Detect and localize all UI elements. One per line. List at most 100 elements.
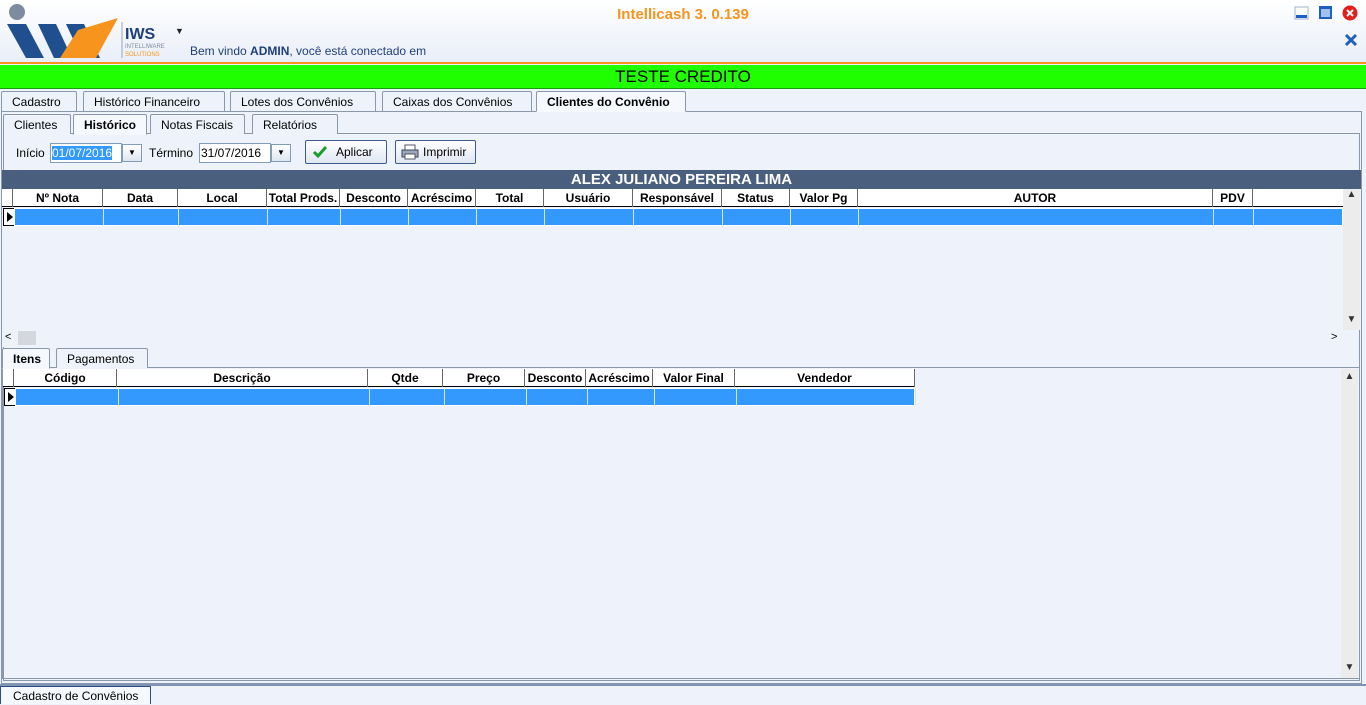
table-cell[interactable] bbox=[859, 209, 1214, 225]
col-header-local[interactable]: Local bbox=[178, 189, 267, 207]
tab-clientes[interactable]: Clientes bbox=[3, 114, 71, 134]
welcome-prefix: Bem vindo bbox=[190, 44, 251, 58]
header-divider bbox=[0, 62, 1366, 64]
table-cell[interactable] bbox=[119, 389, 370, 405]
table-cell[interactable] bbox=[588, 389, 655, 405]
welcome-user: ADMIN bbox=[250, 44, 290, 58]
table-cell[interactable] bbox=[477, 209, 545, 225]
table-cell[interactable] bbox=[527, 389, 588, 405]
tab-pagamentos[interactable]: Pagamentos bbox=[56, 348, 148, 368]
table-cell[interactable] bbox=[723, 209, 791, 225]
logo-subtext-2: SOLUTIONS bbox=[125, 52, 160, 58]
table-row[interactable] bbox=[14, 208, 1343, 226]
tab-caixas-convenios[interactable]: Caixas dos Convênios bbox=[382, 91, 532, 111]
table-cell[interactable] bbox=[15, 209, 104, 225]
col-header-autor[interactable]: AUTOR bbox=[858, 189, 1213, 207]
tab-notas-fiscais[interactable]: Notas Fiscais bbox=[150, 114, 245, 134]
col-header-codigo[interactable]: Código bbox=[14, 369, 117, 387]
table-cell[interactable] bbox=[370, 389, 445, 405]
col-header-qtde[interactable]: Qtde bbox=[368, 369, 443, 387]
col-header-usuario[interactable]: Usuário bbox=[544, 189, 633, 207]
table-cell[interactable] bbox=[445, 389, 527, 405]
bottom-divider bbox=[0, 684, 1366, 686]
logo-text: IWS bbox=[125, 26, 156, 43]
col-header-nota[interactable]: Nº Nota bbox=[13, 189, 103, 207]
col-header-pdv[interactable]: PDV bbox=[1213, 189, 1253, 207]
table-cell[interactable] bbox=[16, 389, 119, 405]
scroll-thumb[interactable] bbox=[18, 331, 36, 345]
table-cell[interactable] bbox=[655, 389, 737, 405]
detail-tab-panel bbox=[2, 367, 1360, 679]
app-title: Intellicash 3. 0.139 bbox=[617, 6, 749, 23]
chevron-down-icon: ▼ bbox=[128, 148, 136, 157]
scroll-left-icon[interactable]: < bbox=[5, 331, 11, 343]
table-cell[interactable] bbox=[268, 209, 341, 225]
col-header-acrescimo[interactable]: Acréscimo bbox=[408, 189, 476, 207]
col-header-desconto[interactable]: Desconto bbox=[340, 189, 408, 207]
minimize-icon[interactable] bbox=[1294, 5, 1310, 21]
client-name-bar: ALEX JULIANO PEREIRA LIMA bbox=[2, 170, 1361, 189]
welcome-suffix: , você está conectado em bbox=[289, 44, 427, 58]
col-header-vendedor[interactable]: Vendedor bbox=[735, 369, 915, 387]
items-grid-header: Código Descrição Qtde Preço Desconto Acr… bbox=[3, 369, 915, 387]
col-header-data[interactable]: Data bbox=[103, 189, 178, 207]
col-header-total[interactable]: Total bbox=[476, 189, 544, 207]
table-cell[interactable] bbox=[341, 209, 409, 225]
col-header-responsavel[interactable]: Responsável bbox=[633, 189, 722, 207]
tab-itens[interactable]: Itens bbox=[2, 348, 50, 369]
scroll-down-icon[interactable]: ▼ bbox=[1343, 314, 1360, 325]
table-cell[interactable] bbox=[791, 209, 859, 225]
start-date-dropdown[interactable]: ▼ bbox=[122, 144, 142, 162]
company-name: TESTE CREDITO bbox=[615, 67, 751, 86]
end-date-field[interactable]: 31/07/2016 bbox=[199, 143, 271, 163]
table-cell[interactable] bbox=[634, 209, 723, 225]
close-app-icon[interactable] bbox=[1342, 5, 1358, 21]
history-horizontal-scrollbar[interactable]: < > bbox=[2, 330, 1343, 347]
start-date-field[interactable]: 01/07/2016 bbox=[50, 143, 122, 163]
tab-lotes-convenios[interactable]: Lotes dos Convênios bbox=[230, 91, 376, 111]
row-indicator-header bbox=[2, 189, 13, 207]
items-vertical-scrollbar[interactable]: ▲ ▼ bbox=[1341, 369, 1358, 678]
col-header-valor-final[interactable]: Valor Final bbox=[653, 369, 735, 387]
scroll-up-icon[interactable]: ▲ bbox=[1343, 189, 1360, 200]
printer-icon bbox=[401, 144, 419, 167]
history-vertical-scrollbar[interactable]: ▲ ▼ bbox=[1343, 189, 1360, 330]
col-header-total-prods[interactable]: Total Prods. bbox=[267, 189, 340, 207]
menu-dropdown-icon[interactable]: ▼ bbox=[175, 26, 184, 36]
print-label: Imprimir bbox=[423, 145, 467, 159]
col-header-item-desconto[interactable]: Desconto bbox=[525, 369, 586, 387]
apply-label: Aplicar bbox=[336, 145, 373, 159]
welcome-message: Bem vindo ADMIN, você está conectado em bbox=[190, 44, 426, 58]
col-header-status[interactable]: Status bbox=[722, 189, 790, 207]
start-date-value: 01/07/2016 bbox=[52, 146, 113, 160]
history-grid-header: Nº Nota Data Local Total Prods. Desconto… bbox=[2, 189, 1343, 207]
col-header-descricao[interactable]: Descrição bbox=[117, 369, 368, 387]
table-cell[interactable] bbox=[737, 389, 916, 405]
table-cell[interactable] bbox=[409, 209, 477, 225]
table-row[interactable] bbox=[15, 388, 916, 406]
start-date-label: Início bbox=[16, 146, 45, 160]
table-cell[interactable] bbox=[104, 209, 179, 225]
col-header-valor-pg[interactable]: Valor Pg bbox=[790, 189, 858, 207]
print-button[interactable]: Imprimir bbox=[395, 140, 476, 164]
tab-historico[interactable]: Histórico bbox=[73, 114, 147, 135]
scroll-right-icon[interactable]: > bbox=[1331, 331, 1337, 343]
close-window-icon[interactable] bbox=[1343, 32, 1359, 48]
checkmark-icon bbox=[312, 144, 328, 167]
tab-historico-financeiro[interactable]: Histórico Financeiro bbox=[83, 91, 225, 111]
chevron-down-icon: ▼ bbox=[277, 148, 285, 157]
table-cell[interactable] bbox=[179, 209, 268, 225]
table-cell[interactable] bbox=[1214, 209, 1254, 225]
scroll-up-icon[interactable]: ▲ bbox=[1341, 371, 1358, 382]
table-cell[interactable] bbox=[545, 209, 634, 225]
col-header-item-acrescimo[interactable]: Acréscimo bbox=[586, 369, 653, 387]
tab-cadastro-convenios[interactable]: Cadastro de Convênios bbox=[0, 686, 152, 704]
col-header-preco[interactable]: Preço bbox=[443, 369, 525, 387]
end-date-dropdown[interactable]: ▼ bbox=[271, 144, 291, 162]
tab-relatorios[interactable]: Relatórios bbox=[252, 114, 338, 134]
scroll-down-icon[interactable]: ▼ bbox=[1341, 662, 1358, 673]
tab-cadastro[interactable]: Cadastro bbox=[1, 91, 77, 111]
apply-button[interactable]: Aplicar bbox=[305, 140, 387, 164]
maximize-icon[interactable] bbox=[1318, 5, 1334, 21]
tab-clientes-convenio[interactable]: Clientes do Convênio bbox=[536, 91, 686, 112]
